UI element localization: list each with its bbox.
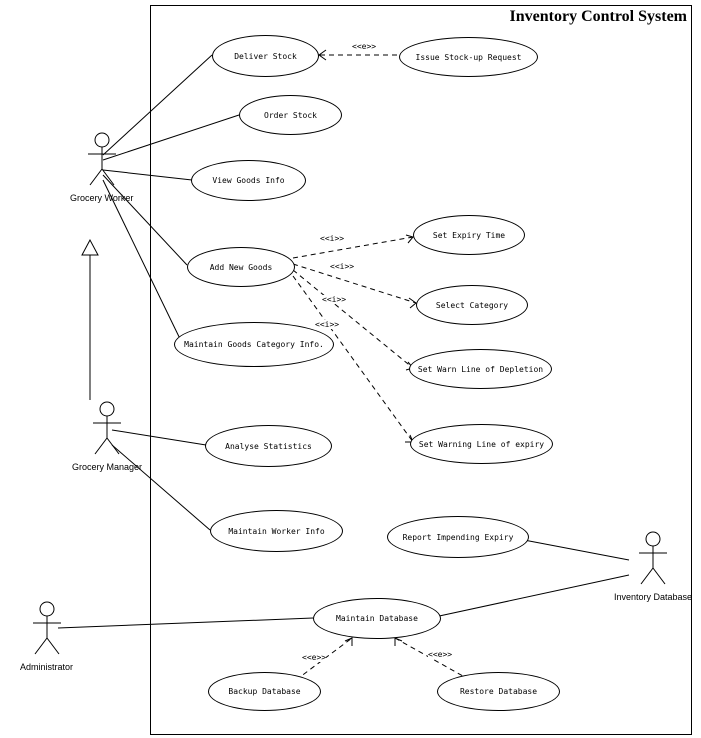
stereotype-include: <<i>>: [322, 295, 346, 304]
actor-administrator: Administrator: [20, 600, 73, 672]
usecase-order-stock: Order Stock: [239, 95, 342, 135]
actor-label: Grocery Manager: [72, 462, 142, 472]
actor-icon: [82, 131, 122, 186]
stereotype-extend: <<e>>: [352, 42, 376, 51]
usecase-set-warn-expiry: Set Warning Line of expiry: [410, 424, 553, 464]
actor-label: Administrator: [20, 662, 73, 672]
actor-label: Inventory Database: [614, 592, 692, 602]
usecase-maintain-goods-cat: Maintain Goods Category Info.: [174, 322, 334, 367]
actor-icon: [27, 600, 67, 655]
actor-grocery-manager: Grocery Manager: [72, 400, 142, 472]
usecase-restore-db: Restore Database: [437, 672, 560, 711]
actor-label: Grocery Worker: [70, 193, 133, 203]
diagram-canvas: Inventory Control System: [0, 0, 701, 738]
usecase-select-category: Select Category: [416, 285, 528, 325]
usecase-deliver-stock: Deliver Stock: [212, 35, 319, 77]
usecase-set-expiry-time: Set Expiry Time: [413, 215, 525, 255]
stereotype-extend: <<e>>: [302, 653, 326, 662]
stereotype-include: <<i>>: [315, 320, 339, 329]
actor-inventory-database: Inventory Database: [614, 530, 692, 602]
stereotype-include: <<i>>: [330, 262, 354, 271]
usecase-backup-db: Backup Database: [208, 672, 321, 711]
usecase-maintain-worker-info: Maintain Worker Info: [210, 510, 343, 552]
actor-icon: [87, 400, 127, 455]
system-title: Inventory Control System: [510, 8, 687, 26]
usecase-maintain-db: Maintain Database: [313, 598, 441, 639]
usecase-view-goods-info: View Goods Info: [191, 160, 306, 201]
actor-icon: [633, 530, 673, 585]
stereotype-include: <<i>>: [320, 234, 344, 243]
usecase-analyse-stats: Analyse Statistics: [205, 425, 332, 467]
stereotype-extend: <<e>>: [428, 650, 452, 659]
usecase-issue-stockup: Issue Stock-up Request: [399, 37, 538, 77]
usecase-set-warn-depletion: Set Warn Line of Depletion: [409, 349, 552, 389]
usecase-add-new-goods: Add New Goods: [187, 247, 295, 287]
actor-grocery-worker: Grocery Worker: [70, 131, 133, 203]
usecase-report-expiry: Report Impending Expiry: [387, 516, 529, 558]
